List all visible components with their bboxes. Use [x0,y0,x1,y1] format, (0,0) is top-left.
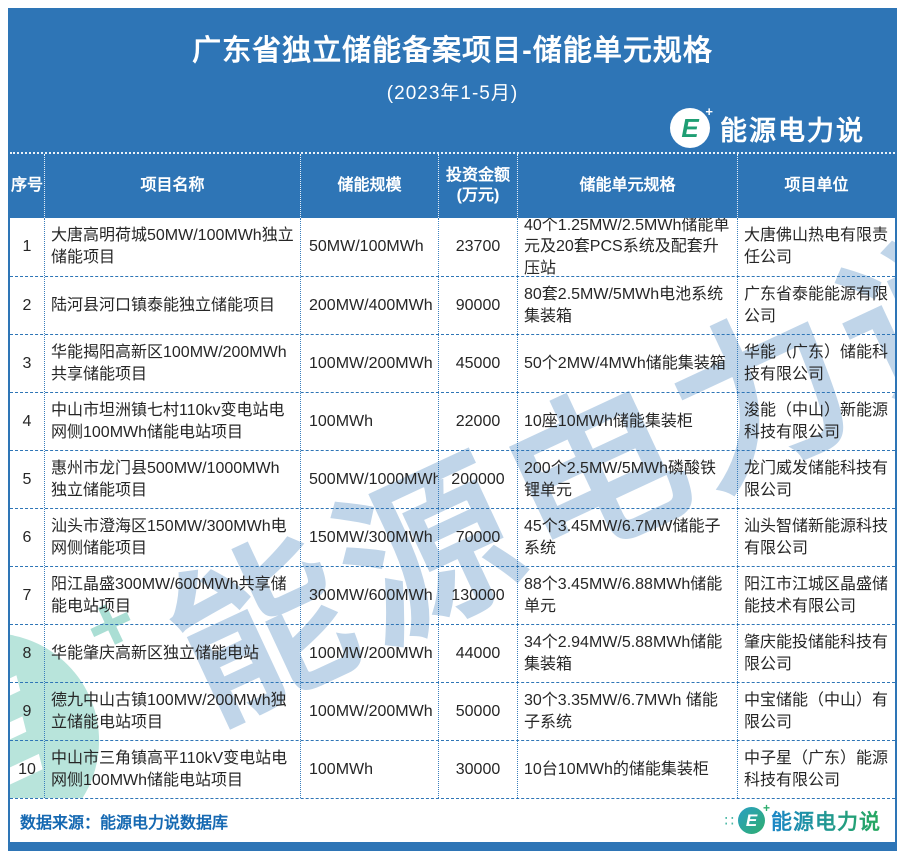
table-row: 9 德九中山古镇100MW/200MWh独立储能电站项目 100MW/200MW… [10,682,895,740]
cell-scale: 500MW/1000MWh [300,451,438,508]
cell-company: 中子星（广东）能源科技有限公司 [737,741,895,798]
cell-company: 广东省泰能能源有限公司 [737,277,895,334]
brand-name: 能源电力说 [720,109,865,148]
cell-scale: 50MW/100MWh [300,218,438,276]
table-header-row: 序号 项目名称 储能规模 投资金额 (万元) 储能单元规格 项目单位 [10,152,895,218]
cell-investment: 200000 [438,451,517,508]
cell-investment: 45000 [438,335,517,392]
col-header-investment: 投资金额 (万元) [438,154,517,218]
cell-project-name: 汕头市澄海区150MW/300MWh电网侧储能项目 [44,509,300,566]
table-row: 3 华能揭阳高新区100MW/200MWh共享储能项目 100MW/200MWh… [10,334,895,392]
cell-investment: 44000 [438,625,517,682]
data-source-label: 数据来源：能源电力说数据库 [20,809,228,833]
title-band: 广东省独立储能备案项目-储能单元规格 (2023年1-5月) E + 能源电力说 [10,8,895,152]
footer-logo-letter: E [746,811,757,831]
logo-letter: E [681,113,698,144]
table-row: 2 陆河县河口镇泰能独立储能项目 200MW/400MWh 90000 80套2… [10,276,895,334]
cell-index: 5 [10,451,44,508]
col-header-company: 项目单位 [737,154,895,218]
cell-scale: 100MW/200MWh [300,625,438,682]
cell-project-name: 陆河县河口镇泰能独立储能项目 [44,277,300,334]
cell-company: 汕头智储新能源科技有限公司 [737,509,895,566]
cell-unit-spec: 200个2.5MW/5MWh磷酸铁锂单元 [517,451,737,508]
cell-project-name: 惠州市龙门县500MW/1000MWh独立储能项目 [44,451,300,508]
cell-scale: 300MW/600MWh [300,567,438,624]
cell-scale: 200MW/400MWh [300,277,438,334]
cell-index: 9 [10,683,44,740]
cell-company: 浚能（中山）新能源科技有限公司 [737,393,895,450]
cell-project-name: 华能肇庆高新区独立储能电站 [44,625,300,682]
page-title: 广东省独立储能备案项目-储能单元规格 [10,34,895,69]
cell-index: 1 [10,218,44,276]
table-row: 6 汕头市澄海区150MW/300MWh电网侧储能项目 150MW/300MWh… [10,508,895,566]
cell-investment: 50000 [438,683,517,740]
cell-index: 3 [10,335,44,392]
cell-investment: 30000 [438,741,517,798]
cell-project-name: 阳江晶盛300MW/600MWh共享储能电站项目 [44,567,300,624]
cell-scale: 100MWh [300,393,438,450]
footer-logo-icon: E + [738,807,765,834]
cell-project-name: 华能揭阳高新区100MW/200MWh共享储能项目 [44,335,300,392]
cell-company: 中宝储能（中山）有限公司 [737,683,895,740]
footer-brand-name: 能源电力说 [771,806,881,836]
bottom-accent-bar [10,842,895,851]
logo-plus-icon: + [705,104,713,119]
header-brand: E + 能源电力说 [670,108,865,148]
table-row: 4 中山市坦洲镇七村110kv变电站电网侧100MWh储能电站项目 100MWh… [10,392,895,450]
cell-investment: 90000 [438,277,517,334]
footer-row: 数据来源：能源电力说数据库 ∷ E + 能源电力说 [10,798,895,842]
cell-unit-spec: 45个3.45MW/6.7MW储能子系统 [517,509,737,566]
footer-brand: ∷ E + 能源电力说 [724,806,881,836]
cell-index: 8 [10,625,44,682]
cell-scale: 100MWh [300,741,438,798]
cell-scale: 150MW/300MWh [300,509,438,566]
cell-investment: 23700 [438,218,517,276]
cell-index: 10 [10,741,44,798]
cell-investment: 22000 [438,393,517,450]
col-header-index: 序号 [10,154,44,218]
table-row: 7 阳江晶盛300MW/600MWh共享储能电站项目 300MW/600MWh … [10,566,895,624]
cell-index: 2 [10,277,44,334]
footer-logo-plus-icon: + [763,801,770,815]
cell-investment: 70000 [438,509,517,566]
cell-unit-spec: 30个3.35MW/6.7MWh 储能子系统 [517,683,737,740]
cell-company: 大唐佛山热电有限责任公司 [737,218,895,276]
page-subtitle: (2023年1-5月) [10,78,895,105]
cell-unit-spec: 40个1.25MW/2.5MWh储能单元及20套PCS系统及配套升压站 [517,218,737,276]
cell-unit-spec: 80套2.5MW/5MWh电池系统集装箱 [517,277,737,334]
cell-unit-spec: 10座10MWh储能集装柜 [517,393,737,450]
cell-index: 6 [10,509,44,566]
cell-index: 4 [10,393,44,450]
brand-logo-icon: E + [670,108,710,148]
col-header-unit-spec: 储能单元规格 [517,154,737,218]
cell-unit-spec: 50个2MW/4MWh储能集装箱 [517,335,737,392]
cell-project-name: 德九中山古镇100MW/200MWh独立储能电站项目 [44,683,300,740]
cell-project-name: 中山市坦洲镇七村110kv变电站电网侧100MWh储能电站项目 [44,393,300,450]
table-row: 10 中山市三角镇高平110kV变电站电网侧100MWh储能电站项目 100MW… [10,740,895,798]
cell-unit-spec: 10台10MWh的储能集装柜 [517,741,737,798]
logo-dots-icon: ∷ [724,812,732,830]
cell-index: 7 [10,567,44,624]
cell-company: 阳江市江城区晶盛储能技术有限公司 [737,567,895,624]
cell-scale: 100MW/200MWh [300,335,438,392]
table-body: E + 能源电力说 1 大唐高明荷城50MW/100MWh独立储能项目 50MW… [10,218,895,798]
col-header-scale: 储能规模 [300,154,438,218]
infographic-panel: 广东省独立储能备案项目-储能单元规格 (2023年1-5月) E + 能源电力说… [8,8,897,851]
cell-project-name: 中山市三角镇高平110kV变电站电网侧100MWh储能电站项目 [44,741,300,798]
table-row: 8 华能肇庆高新区独立储能电站 100MW/200MWh 44000 34个2.… [10,624,895,682]
cell-company: 肇庆能投储能科技有限公司 [737,625,895,682]
cell-company: 华能（广东）储能科技有限公司 [737,335,895,392]
cell-scale: 100MW/200MWh [300,683,438,740]
col-header-project-name: 项目名称 [44,154,300,218]
cell-investment: 130000 [438,567,517,624]
cell-unit-spec: 88个3.45MW/6.88MWh储能单元 [517,567,737,624]
table-row: 5 惠州市龙门县500MW/1000MWh独立储能项目 500MW/1000MW… [10,450,895,508]
table-row: 1 大唐高明荷城50MW/100MWh独立储能项目 50MW/100MWh 23… [10,218,895,276]
cell-company: 龙门威发储能科技有限公司 [737,451,895,508]
cell-project-name: 大唐高明荷城50MW/100MWh独立储能项目 [44,218,300,276]
cell-unit-spec: 34个2.94MW/5.88MWh储能集装箱 [517,625,737,682]
